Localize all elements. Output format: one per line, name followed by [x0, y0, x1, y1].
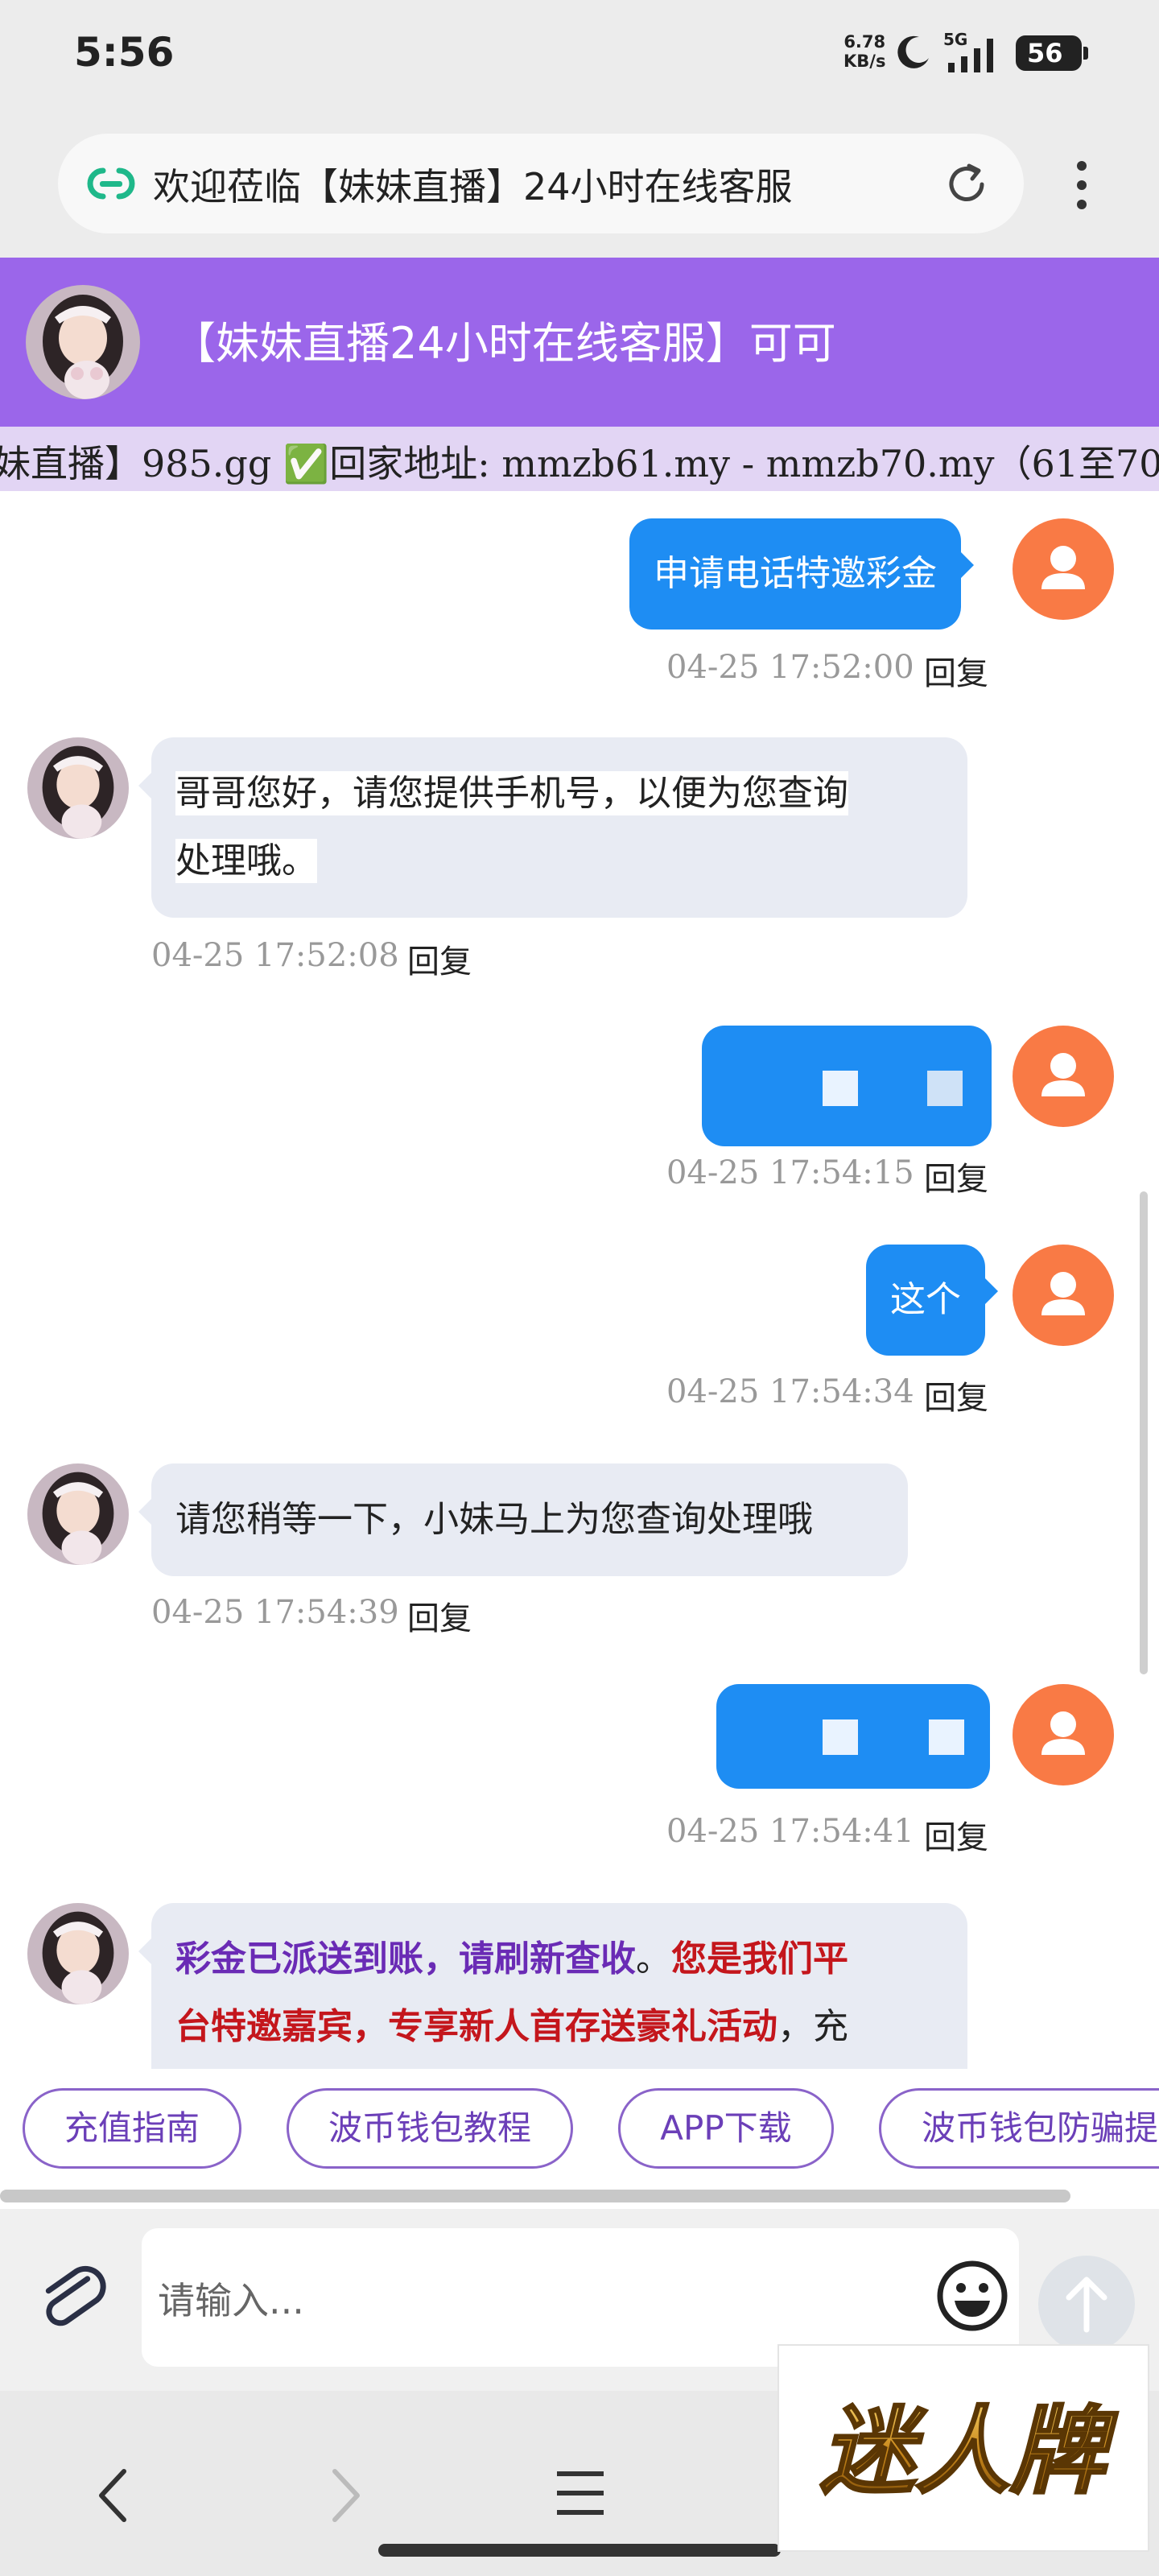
- agent-avatar: [27, 1463, 129, 1565]
- site-icon: [87, 167, 135, 200]
- user-message-bubble: 申请电话特邀彩金: [629, 518, 974, 630]
- reply-link[interactable]: 回复: [924, 1372, 988, 1418]
- quick-button-app-download[interactable]: APP下载: [618, 2088, 834, 2169]
- send-arrow-icon: [1066, 2277, 1107, 2333]
- promo-text-purple: 彩金已派送到账，请刷新查收: [175, 1938, 636, 1979]
- reply-link[interactable]: 回复: [407, 935, 472, 982]
- browser-toolbar: 欢迎莅临【妹妹直播】24小时在线客服: [0, 113, 1159, 258]
- redacted-message-bubble: [702, 1026, 992, 1146]
- user-icon: [1041, 1711, 1085, 1755]
- battery-indicator: 56: [1016, 35, 1088, 71]
- address-bar[interactable]: 欢迎莅临【妹妹直播】24小时在线客服: [58, 134, 1024, 233]
- reply-link[interactable]: 回复: [407, 1592, 472, 1639]
- forward-icon[interactable]: [322, 2463, 370, 2528]
- agent-avatar: [27, 1903, 129, 2004]
- agent-message-bubble: 哥哥您好，请您提供手机号，以便为您查询 处理哦。: [138, 737, 967, 918]
- reply-link[interactable]: 回复: [924, 1811, 988, 1858]
- promo-text-tail: ，充: [777, 2006, 848, 2047]
- user-avatar: [1013, 1245, 1114, 1346]
- network-speed: 6.78 KB/s: [843, 32, 885, 71]
- menu-icon[interactable]: [552, 2465, 608, 2521]
- user-message-bubble: 这个: [866, 1245, 998, 1356]
- user-avatar: [1013, 518, 1114, 620]
- message-timestamp: 04-25 17:52:00: [666, 649, 914, 686]
- send-button[interactable]: [1038, 2256, 1135, 2352]
- agent-message-bubble: 彩金已派送到账，请刷新查收。您是我们平 台特邀嘉宾，专享新人首存送豪礼活动，充: [138, 1903, 967, 2069]
- moon-icon: [897, 35, 929, 68]
- watermark-logo: 迷人牌: [777, 2344, 1149, 2552]
- reply-link[interactable]: 回复: [924, 1153, 988, 1199]
- chat-message-list[interactable]: 申请电话特邀彩金 04-25 17:52:00 回复 哥哥您好，请您提供手机号，…: [0, 491, 1159, 2069]
- more-icon[interactable]: [1067, 158, 1096, 213]
- message-timestamp: 04-25 17:52:08: [151, 937, 399, 974]
- reload-icon[interactable]: [943, 161, 990, 208]
- promo-text-red: 台特邀嘉宾，专享新人首存送豪礼活动: [175, 2006, 777, 2047]
- user-icon: [1041, 1053, 1085, 1096]
- message-line: 处理哦。: [175, 839, 317, 883]
- back-icon[interactable]: [89, 2463, 137, 2528]
- svg-text:迷人牌: 迷人牌: [820, 2396, 1118, 2507]
- chat-scrollbar[interactable]: [1140, 1191, 1148, 1674]
- message-timestamp: 04-25 17:54:34: [666, 1373, 914, 1410]
- page-title: 欢迎莅临【妹妹直播】24小时在线客服: [153, 165, 793, 208]
- quick-button-recharge-guide[interactable]: 充值指南: [23, 2088, 241, 2169]
- message-timestamp: 04-25 17:54:39: [151, 1594, 399, 1631]
- user-avatar: [1013, 1684, 1114, 1785]
- network-speed-value: 6.78: [843, 32, 886, 52]
- status-time: 5:56: [74, 29, 175, 76]
- input-placeholder: 请输入...: [158, 2279, 304, 2322]
- quick-bar-scrollbar[interactable]: [0, 2190, 1159, 2209]
- chat-header: 【妹妹直播24小时在线客服】可可: [0, 258, 1159, 427]
- quick-reply-bar: 充值指南 波币钱包教程 APP下载 波币钱包防骗提: [0, 2069, 1159, 2190]
- message-timestamp: 04-25 17:54:15: [666, 1154, 914, 1191]
- attach-icon[interactable]: [34, 2260, 111, 2338]
- message-line: 哥哥您好，请您提供手机号，以便为您查询: [175, 771, 848, 815]
- home-indicator[interactable]: [378, 2544, 781, 2557]
- reply-link[interactable]: 回复: [924, 647, 988, 694]
- quick-button-wallet-anti-fraud[interactable]: 波币钱包防骗提: [879, 2088, 1159, 2169]
- announcement-text: 妹直播】985.gg ✅回家地址: mmzb61.my - mmzb70.my（…: [0, 442, 1159, 485]
- battery-level: 56: [1027, 38, 1063, 68]
- user-avatar: [1013, 1026, 1114, 1127]
- redacted-message-bubble: [716, 1684, 990, 1789]
- network-speed-unit: KB/s: [843, 52, 886, 71]
- quick-button-wallet-tutorial[interactable]: 波币钱包教程: [287, 2088, 573, 2169]
- promo-text-red: 您是我们平: [671, 1938, 848, 1979]
- status-bar: 5:56 6.78 KB/s 5G 56: [0, 0, 1159, 113]
- announcement-marquee: 妹直播】985.gg ✅回家地址: mmzb61.my - mmzb70.my（…: [0, 427, 1159, 491]
- watermark-logo-image: 迷人牌: [819, 2395, 1119, 2508]
- chat-title: 【妹妹直播24小时在线客服】可可: [172, 318, 836, 369]
- agent-avatar: [27, 737, 129, 839]
- agent-avatar: [26, 285, 140, 399]
- signal-label: 5G: [943, 31, 967, 49]
- emoji-icon[interactable]: [934, 2257, 1011, 2334]
- signal-icon: 5G: [943, 31, 993, 72]
- agent-message-bubble: 请您稍等一下，小妹马上为您查询处理哦: [138, 1463, 908, 1576]
- message-timestamp: 04-25 17:54:41: [666, 1813, 914, 1850]
- user-icon: [1041, 1272, 1085, 1315]
- promo-text-period: 。: [636, 1938, 671, 1979]
- user-icon: [1041, 546, 1085, 589]
- scrollbar-thumb[interactable]: [0, 2190, 1070, 2202]
